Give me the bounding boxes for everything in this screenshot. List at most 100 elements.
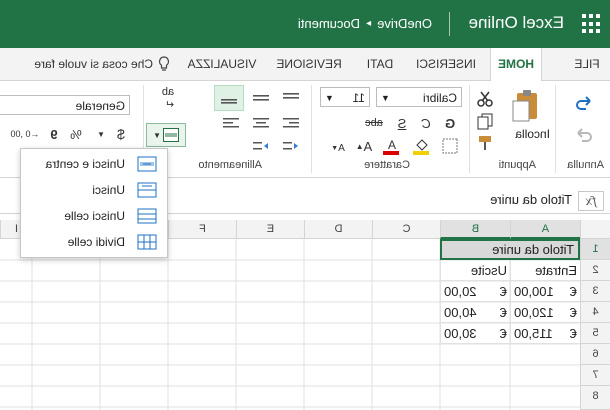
cut-icon[interactable]: [474, 89, 496, 109]
row-header[interactable]: 8: [580, 386, 610, 410]
cell-amount: 30,00: [444, 326, 477, 341]
align-middle-icon[interactable]: [248, 87, 274, 109]
increase-decimal-button[interactable]: ←0 ,00: [8, 123, 42, 145]
menu-item-dividi-celle[interactable]: Dividi celle: [21, 229, 167, 255]
number-format-select[interactable]: Generale: [0, 95, 130, 115]
cell-uscite[interactable]: €20,00: [440, 281, 510, 302]
group-label-appunti: Appunti: [498, 159, 536, 171]
menu-item-label: Dividi celle: [67, 235, 125, 249]
app-launcher-icon[interactable]: [580, 14, 600, 34]
copy-icon[interactable]: [474, 111, 496, 131]
menu-item-label: Unisci: [92, 183, 125, 197]
ribbon-tabs: FILE HOME INSERISCI DATI REVISIONE VISUA…: [0, 48, 610, 81]
increase-indent-icon[interactable]: [248, 137, 274, 155]
breadcrumb: OneDrive ▸ Documenti: [298, 16, 432, 31]
wrap-text-icon[interactable]: ab ↵: [154, 86, 182, 111]
redo-icon[interactable]: [572, 123, 596, 145]
cell-uscite[interactable]: €40,00: [440, 302, 510, 323]
align-bottom-icon[interactable]: [214, 85, 244, 111]
merge-cells-icon: [137, 208, 157, 224]
cell-amount: 100,00: [514, 284, 554, 299]
comma-button[interactable]: 9: [46, 123, 62, 145]
fill-color-icon[interactable]: [408, 137, 434, 155]
chevron-down-icon: ▼: [153, 130, 161, 140]
decrease-indent-icon[interactable]: [278, 137, 304, 155]
merge-menu: Unisci e centra Unisci Unisci celle Divi…: [20, 148, 168, 258]
strikethrough-button[interactable]: abc: [360, 113, 388, 133]
breadcrumb-root[interactable]: OneDrive: [377, 16, 432, 31]
tab-inserisci[interactable]: INSERISCI: [410, 48, 482, 80]
merge-center-button[interactable]: ▼: [146, 123, 186, 147]
cell-entrate-header[interactable]: Entrate: [510, 260, 580, 281]
tab-revisione[interactable]: REVISIONE: [270, 48, 348, 80]
cell-uscite[interactable]: €30,00: [440, 323, 510, 344]
currency-button[interactable]: $: [110, 123, 132, 145]
paste-icon[interactable]: [504, 85, 548, 125]
row-header[interactable]: 2: [580, 260, 610, 281]
shrink-font-icon[interactable]: A ▼: [328, 139, 348, 157]
merged-title-cell[interactable]: Titolo da unire: [440, 239, 580, 260]
group-label-carattere: Carattere: [364, 159, 410, 171]
breadcrumb-folder[interactable]: Documenti: [298, 16, 360, 31]
row-header[interactable]: 3: [580, 281, 610, 302]
group-separator: [555, 85, 556, 173]
group-separator: [311, 85, 312, 173]
column-header[interactable]: B: [440, 220, 510, 239]
row-header[interactable]: 1: [580, 239, 610, 260]
tell-me-box[interactable]: Che cosa si vuole fare: [0, 48, 170, 80]
chevron-down-icon: ▼: [381, 93, 390, 103]
menu-item-unisci[interactable]: Unisci: [21, 177, 167, 203]
column-header[interactable]: F: [168, 220, 236, 239]
column-header[interactable]: A: [510, 220, 580, 239]
svg-text:A: A: [388, 138, 396, 152]
split-cells-icon: [137, 234, 157, 250]
merge-center-icon: [137, 156, 157, 172]
paste-label[interactable]: Incolla: [515, 127, 550, 141]
percent-button[interactable]: %: [66, 123, 86, 145]
tab-dati[interactable]: DATI: [360, 48, 400, 80]
format-painter-icon[interactable]: [474, 133, 496, 153]
currency-symbol: €: [499, 305, 507, 320]
number-format-value: Generale: [75, 99, 125, 113]
menu-item-label: Unisci e centra: [45, 157, 125, 171]
tab-file[interactable]: FILE: [570, 48, 604, 80]
fx-icon[interactable]: fx: [578, 191, 604, 211]
cell-amount: 40,00: [444, 305, 477, 320]
row-header[interactable]: 5: [580, 323, 610, 344]
borders-icon[interactable]: [440, 137, 460, 155]
currency-symbol: €: [569, 305, 577, 320]
row-header[interactable]: 7: [580, 365, 610, 386]
title-separator: [449, 12, 450, 36]
grow-font-icon[interactable]: A ▲: [354, 137, 374, 155]
bold-button[interactable]: G: [440, 113, 460, 133]
align-left-icon[interactable]: [278, 113, 304, 133]
underline-button[interactable]: S: [392, 113, 412, 133]
menu-item-unisci-e-centra[interactable]: Unisci e centra: [21, 151, 167, 177]
font-name-select[interactable]: Calibri ▼: [376, 87, 462, 107]
cell-entrate[interactable]: €100,00: [510, 281, 580, 302]
font-size-select[interactable]: 11 ▼: [320, 87, 370, 107]
formula-value[interactable]: Titolo da unire: [490, 192, 572, 207]
tab-home[interactable]: HOME: [490, 48, 542, 81]
cell-entrate[interactable]: €120,00: [510, 302, 580, 323]
cell-entrate[interactable]: €115,00: [510, 323, 580, 344]
select-all-corner[interactable]: [580, 220, 610, 239]
row-header[interactable]: 4: [580, 302, 610, 323]
undo-icon[interactable]: [572, 91, 596, 113]
chevron-down-icon[interactable]: ▼: [96, 123, 106, 145]
italic-button[interactable]: C: [416, 113, 436, 133]
column-header[interactable]: D: [304, 220, 372, 239]
column-header[interactable]: E: [236, 220, 304, 239]
cell-uscite-header[interactable]: Uscite: [440, 260, 510, 281]
align-top-icon[interactable]: [278, 87, 304, 109]
menu-item-unisci-celle[interactable]: Unisci celle: [21, 203, 167, 229]
font-size-value: 11: [352, 91, 365, 105]
align-center-icon[interactable]: [248, 113, 274, 133]
align-right-icon[interactable]: [218, 113, 244, 133]
row-header[interactable]: 6: [580, 344, 610, 365]
merge-across-icon: [137, 182, 157, 198]
tab-visualizza[interactable]: VISUALIZZA: [180, 48, 264, 80]
font-color-icon[interactable]: A: [378, 137, 404, 155]
merge-cells-icon: [162, 128, 179, 142]
column-header[interactable]: C: [372, 220, 440, 239]
